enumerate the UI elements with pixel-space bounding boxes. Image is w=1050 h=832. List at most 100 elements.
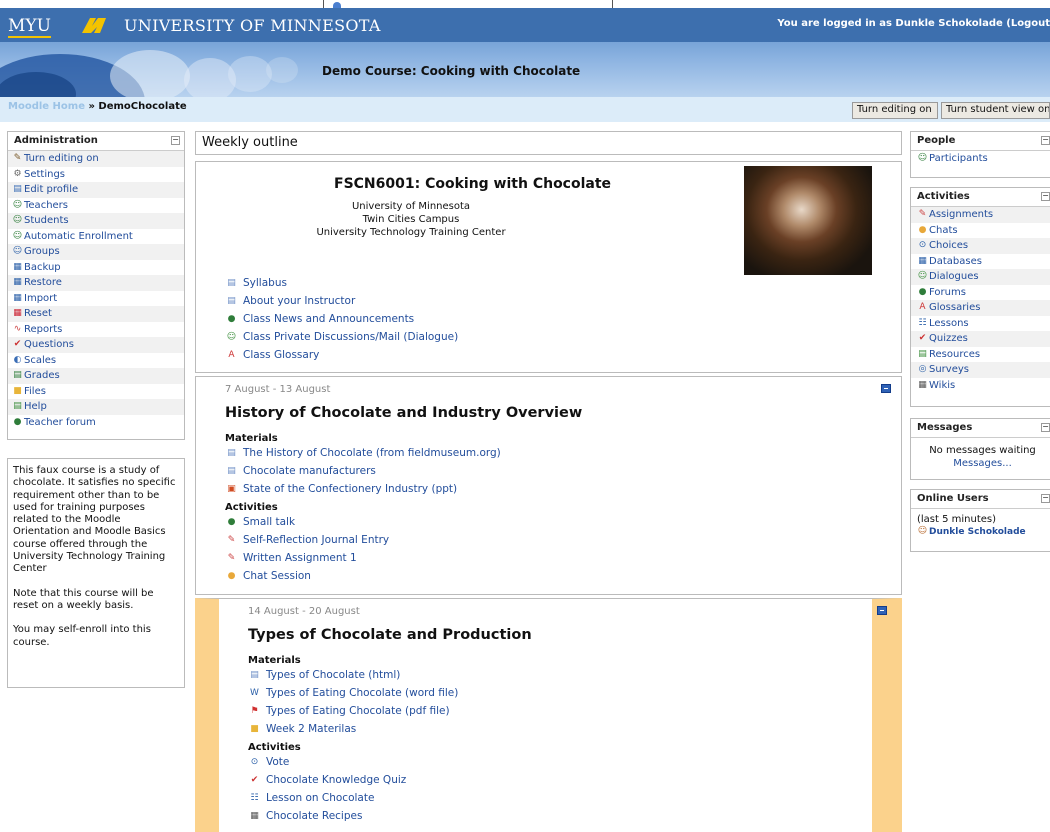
resource-label: Chat Session xyxy=(243,570,311,582)
week-title: Types of Chocolate and Production xyxy=(248,627,532,643)
admin-item-restore[interactable]: ▦ Restore xyxy=(8,275,184,291)
resource-link-chocolate-recipes[interactable]: ▦ Chocolate Recipes xyxy=(249,810,362,822)
activities-item-assignments[interactable]: ✎ Assignments xyxy=(911,207,1050,223)
activities-item-dialogues[interactable]: ☺ Dialogues xyxy=(911,269,1050,285)
breadcrumb-home-link[interactable]: Moodle Home xyxy=(8,101,85,112)
course-summary-section: FSCN6001: Cooking with Chocolate Univers… xyxy=(195,161,902,373)
university-name[interactable]: UNIVERSITY OF MINNESOTA xyxy=(124,16,381,35)
admin-item-teachers[interactable]: ☺ Teachers xyxy=(8,198,184,214)
backup-icon: ▦ xyxy=(13,261,22,272)
resource-link-the-history-of-chocolate-from-fieldmuseum-org[interactable]: ▤ The History of Chocolate (from fieldmus… xyxy=(226,447,501,459)
activities-item-choices[interactable]: ⊙ Choices xyxy=(911,238,1050,254)
admin-item-settings[interactable]: ⚙ Settings xyxy=(8,167,184,183)
reset-note: Note that this course will be reset on a… xyxy=(13,587,154,611)
admin-item-label: Reports xyxy=(24,323,63,335)
week-1-section: 7 August - 13 August History of Chocolat… xyxy=(195,376,902,595)
admin-item-files[interactable]: ■ Files xyxy=(8,384,184,400)
resource-label: Class Glossary xyxy=(243,349,320,361)
resource-link-chocolate-manufacturers[interactable]: ▤ Chocolate manufacturers xyxy=(226,465,376,477)
resource-link-vote[interactable]: ⊙ Vote xyxy=(249,756,290,768)
activities-item-glossaries[interactable]: A Glossaries xyxy=(911,300,1050,316)
hide-block-icon[interactable]: − xyxy=(1041,136,1050,145)
online-users-list: ☺ Dunkle Schokolade xyxy=(911,526,1050,537)
activities-item-forums[interactable]: ● Forums xyxy=(911,285,1050,301)
resource-link-chocolate-knowledge-quiz[interactable]: ✔ Chocolate Knowledge Quiz xyxy=(249,774,407,786)
admin-item-edit-profile[interactable]: ▤ Edit profile xyxy=(8,182,184,198)
hide-block-icon[interactable]: − xyxy=(1041,494,1050,503)
week-title: History of Chocolate and Industry Overvi… xyxy=(225,405,583,421)
resource-link-week-2-materilas[interactable]: ■ Week 2 Materilas xyxy=(249,723,356,735)
resource-link-chat-session[interactable]: ● Chat Session xyxy=(226,570,311,582)
admin-item-students[interactable]: ☺ Students xyxy=(8,213,184,229)
activities-item-lessons[interactable]: ☷ Lessons xyxy=(911,316,1050,332)
admin-item-backup[interactable]: ▦ Backup xyxy=(8,260,184,276)
resource-link-class-private-discussions-mail-dialogue[interactable]: ☺ Class Private Discussions/Mail (Dialogu… xyxy=(226,331,458,343)
admin-item-scales[interactable]: ◐ Scales xyxy=(8,353,184,369)
import-icon: ▦ xyxy=(13,292,22,303)
resource-link-self-reflection-journal-entry[interactable]: ✎ Self-Reflection Journal Entry xyxy=(226,534,389,546)
resource-link-lesson-on-chocolate[interactable]: ☷ Lesson on Chocolate xyxy=(249,792,374,804)
resource-link-about-your-instructor[interactable]: ▤ About your Instructor xyxy=(226,295,355,307)
admin-item-help[interactable]: ▤ Help xyxy=(8,399,184,415)
student-view-button[interactable]: Turn student view on xyxy=(941,102,1050,119)
resource-link-syllabus[interactable]: ▤ Syllabus xyxy=(226,277,287,289)
breadcrumb: Moodle Home » DemoChocolate xyxy=(8,101,187,112)
show-only-week-icon[interactable] xyxy=(877,606,887,615)
activities-item-resources[interactable]: ▤ Resources xyxy=(911,347,1050,363)
turn-editing-on-button[interactable]: Turn editing on xyxy=(852,102,938,119)
admin-item-grades[interactable]: ▤ Grades xyxy=(8,368,184,384)
admin-item-label: Scales xyxy=(24,354,57,366)
admin-item-turn-editing-on[interactable]: ✎ Turn editing on xyxy=(8,151,184,167)
admin-item-label: Grades xyxy=(24,370,60,381)
administration-header: Administration − xyxy=(8,132,184,151)
admin-item-automatic-enrollment[interactable]: ☺ Automatic Enrollment xyxy=(8,229,184,245)
hide-block-icon[interactable]: − xyxy=(1041,192,1050,201)
resource-label: The History of Chocolate (from fieldmuse… xyxy=(243,447,501,459)
resource-link-class-glossary[interactable]: A Class Glossary xyxy=(226,349,319,361)
messages-link[interactable]: Messages... xyxy=(911,457,1050,470)
resource-link-state-of-the-confectionery-industry-ppt[interactable]: ▣ State of the Confectionery Industry (pp… xyxy=(226,483,457,495)
activities-heading: Activities xyxy=(248,742,301,753)
resource-label: Types of Eating Chocolate (word file) xyxy=(266,687,459,699)
week-dates: 14 August - 20 August xyxy=(248,606,360,617)
document-icon: ▤ xyxy=(227,465,236,476)
users-icon: ☺ xyxy=(12,215,23,226)
show-only-week-icon[interactable] xyxy=(881,384,891,393)
activities-item-databases[interactable]: ▦ Databases xyxy=(911,254,1050,270)
breadcrumb-current: DemoChocolate xyxy=(98,101,187,112)
people-item-participants[interactable]: ☺ Participants xyxy=(911,151,1050,167)
admin-item-reset[interactable]: ▦ Reset xyxy=(8,306,184,322)
resource-link-types-of-eating-chocolate-pdf-file[interactable]: ⚑ Types of Eating Chocolate (pdf file) xyxy=(249,705,449,717)
resource-label: Week 2 Materilas xyxy=(266,723,357,735)
people-menu: ☺ Participants xyxy=(911,151,1050,167)
materials-heading: Materials xyxy=(225,433,278,444)
admin-item-label: Students xyxy=(24,215,69,226)
login-status[interactable]: You are logged in as Dunkle Schokolade (… xyxy=(777,18,1050,29)
activities-heading: Activities xyxy=(225,502,278,513)
activities-item-surveys[interactable]: ◎ Surveys xyxy=(911,362,1050,378)
breadcrumb-separator: » xyxy=(88,101,95,112)
online-user[interactable]: ☺ Dunkle Schokolade xyxy=(911,526,1050,537)
activities-item-wikis[interactable]: ▦ Wikis xyxy=(911,378,1050,394)
hide-block-icon[interactable]: − xyxy=(171,136,180,145)
activities-item-label: Dialogues xyxy=(929,271,979,282)
assignment-icon: ✎ xyxy=(918,209,927,220)
myu-logo[interactable]: MYU xyxy=(8,16,51,38)
resource-link-class-news-and-announcements[interactable]: ● Class News and Announcements xyxy=(226,313,415,325)
hide-block-icon[interactable]: − xyxy=(1041,423,1050,432)
admin-item-reports[interactable]: ∿ Reports xyxy=(8,322,184,338)
activities-header: Activities − xyxy=(911,188,1050,207)
admin-item-import[interactable]: ▦ Import xyxy=(8,291,184,307)
activities-item-chats[interactable]: ● Chats xyxy=(911,223,1050,239)
admin-item-groups[interactable]: ☺ Groups xyxy=(8,244,184,260)
resource-link-types-of-chocolate-html[interactable]: ▤ Types of Chocolate (html) xyxy=(249,669,400,681)
resource-link-small-talk[interactable]: ● Small talk xyxy=(226,516,296,528)
activities-item-quizzes[interactable]: ✔ Quizzes xyxy=(911,331,1050,347)
resource-link-written-assignment-1[interactable]: ✎ Written Assignment 1 xyxy=(226,552,357,564)
resource-label: Chocolate Recipes xyxy=(266,810,363,822)
resource-link-types-of-eating-chocolate-word-file[interactable]: W Types of Eating Chocolate (word file) xyxy=(249,687,458,699)
admin-item-teacher-forum[interactable]: ● Teacher forum xyxy=(8,415,184,431)
admin-item-questions[interactable]: ✔ Questions xyxy=(8,337,184,353)
course-title: Demo Course: Cooking with Chocolate xyxy=(322,64,581,78)
institution-line: University of Minnesota xyxy=(351,201,471,212)
